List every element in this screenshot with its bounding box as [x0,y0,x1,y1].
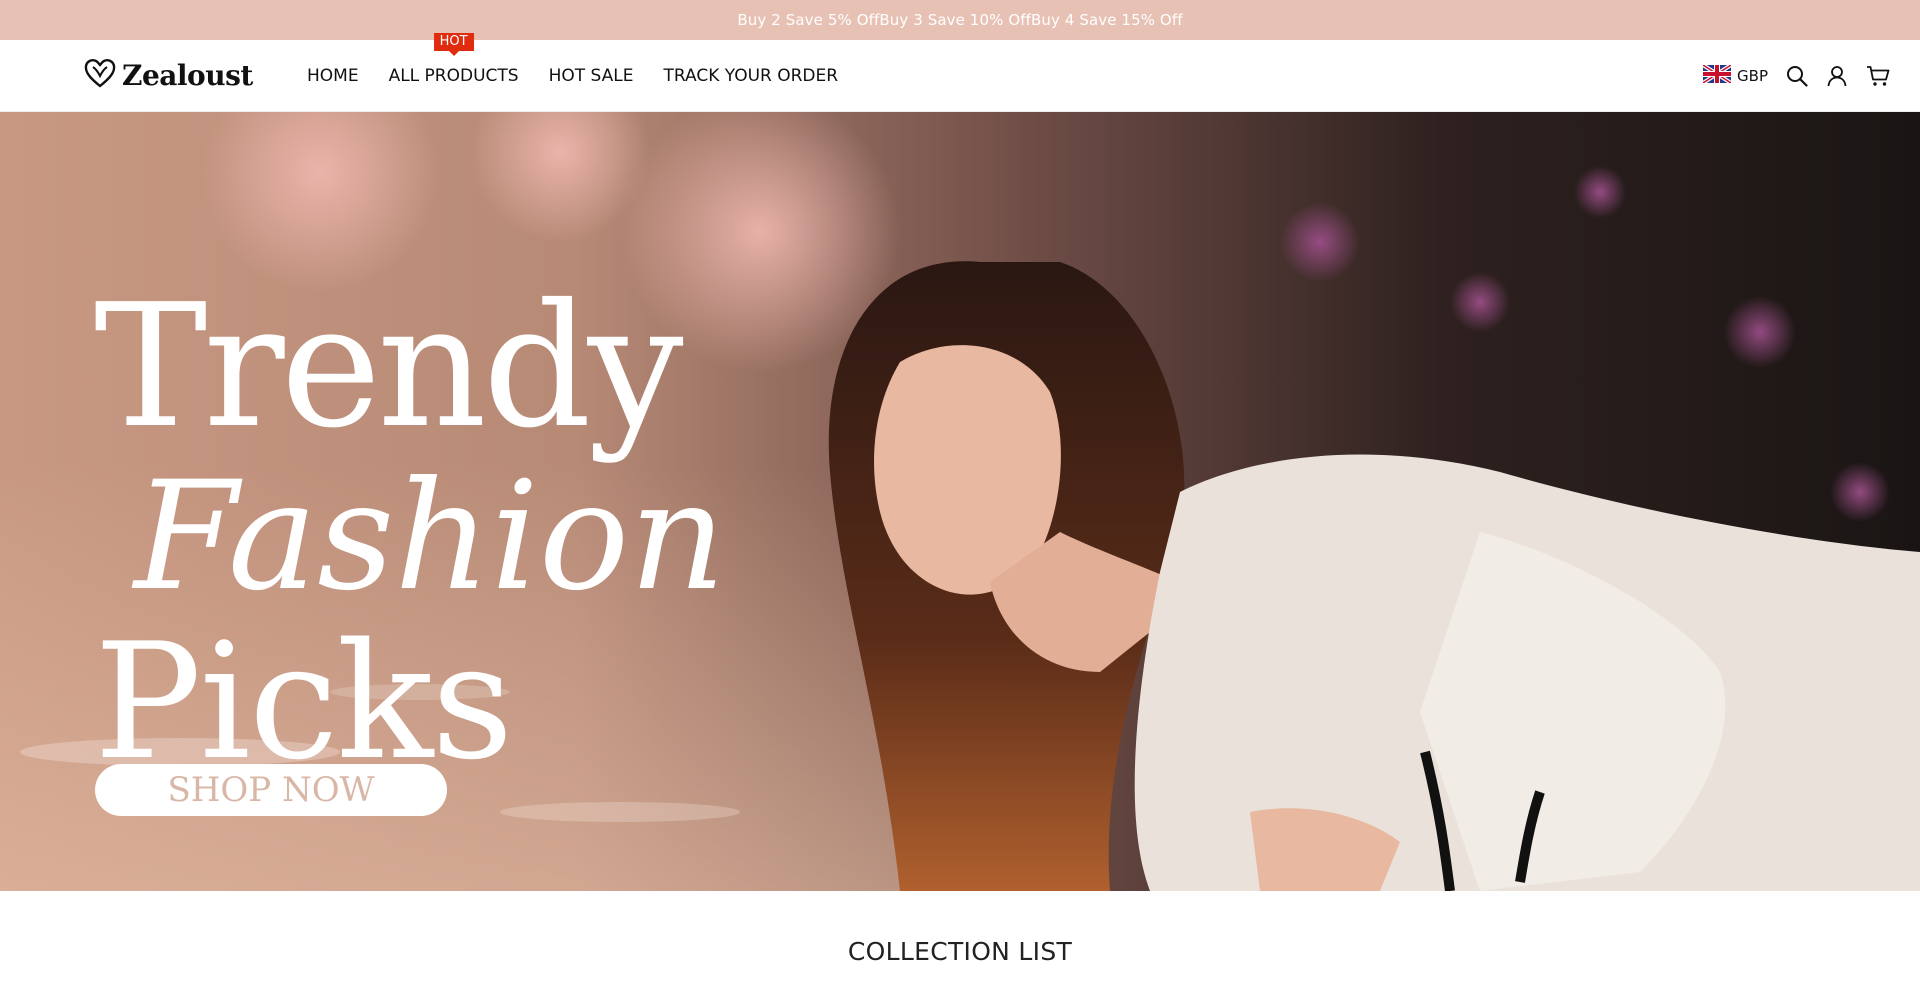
currency-label: GBP [1737,67,1768,85]
nav-track-order-label: TRACK YOUR ORDER [663,66,839,86]
account-icon[interactable] [1826,65,1848,87]
nav-all-products-label: ALL PRODUCTS [388,66,519,86]
announcement-text: Buy 2 Save 5% OffBuy 3 Save 10% OffBuy 4… [737,11,1183,29]
hot-badge: HOT [433,33,474,56]
main-nav: HOME HOT ALL PRODUCTS HOT SALE TRACK YOU… [292,33,853,112]
nav-hot-sale-label: HOT SALE [548,66,634,86]
hero-headline: Trendy Fashion Picks [94,282,726,782]
nav-home[interactable]: HOME [292,66,374,86]
nav-all-products[interactable]: HOT ALL PRODUCTS [374,33,534,86]
nav-hot-sale[interactable]: HOT SALE [534,66,649,86]
headline-word-trendy: Trendy [94,268,684,466]
header-actions: GBP [1701,40,1890,112]
announcement-bar: Buy 2 Save 5% OffBuy 3 Save 10% OffBuy 4… [0,0,1920,40]
nav-track-order[interactable]: TRACK YOUR ORDER [648,66,853,86]
collection-section: COLLECTION LIST [0,891,1920,991]
cart-icon[interactable] [1866,65,1890,87]
nav-home-label: HOME [307,66,359,86]
hero-banner[interactable]: Trendy Fashion Picks SHOP NOW [0,112,1920,891]
currency-selector[interactable]: GBP [1701,63,1768,87]
site-logo[interactable]: Zealoust [84,58,253,92]
search-icon[interactable] [1786,65,1808,87]
headline-word-picks: Picks [94,608,513,795]
collection-list-title: COLLECTION LIST [847,937,1073,966]
heart-logo-icon [84,58,116,92]
logo-text: Zealoust [122,58,253,92]
site-header: Zealoust HOME HOT ALL PRODUCTS HOT SALE … [0,33,1920,112]
shop-now-button[interactable]: SHOP NOW [95,764,447,816]
headline-word-fashion: Fashion [134,450,726,624]
uk-flag-icon [1701,63,1733,87]
